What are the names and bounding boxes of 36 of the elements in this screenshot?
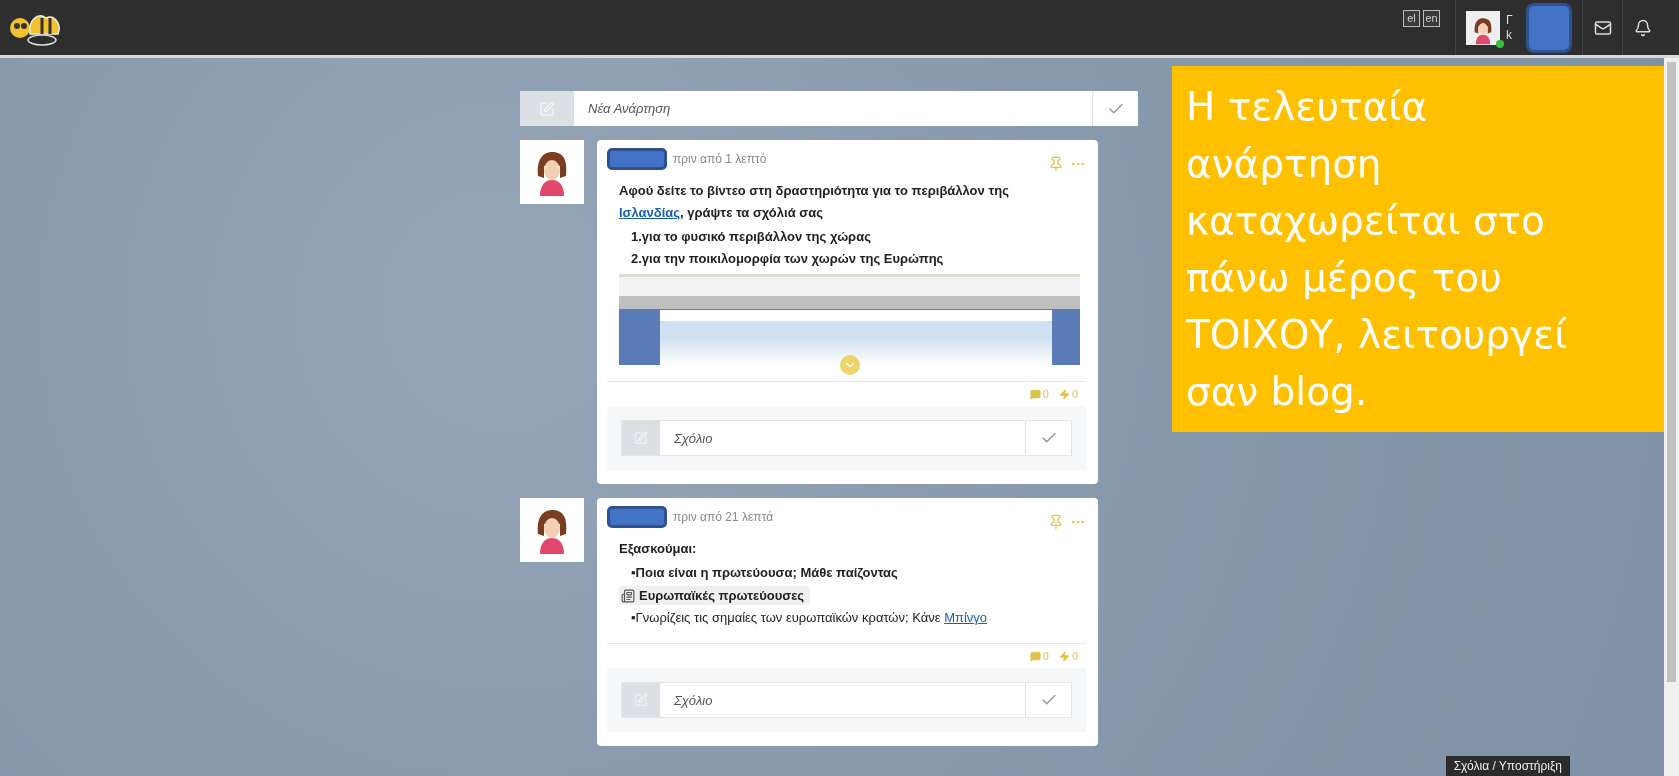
post-heading: Εξασκούμαι:: [619, 540, 698, 558]
post-list-item: ▪Γνωρίζεις τις σημαίες των ευρωπαϊκών κρατών; Κάνε Μπίνγο: [630, 609, 989, 627]
comment-count: 0: [1042, 650, 1049, 662]
post-list-item: 1.για το φυσικό περιβάλλον της χώρας: [630, 228, 872, 246]
comment-field[interactable]: Σχόλιο: [621, 682, 1072, 718]
comment-icon: [1029, 388, 1041, 400]
lightning-icon: [1058, 650, 1070, 662]
comment-icon: [1029, 650, 1041, 662]
edit-icon: [539, 100, 555, 117]
comment-field[interactable]: Σχόλιο: [621, 420, 1072, 456]
pin-icon[interactable]: [1048, 156, 1064, 172]
comment-count: 0: [1042, 388, 1049, 400]
edit-icon: [634, 431, 648, 445]
lightning-icon: [1058, 388, 1070, 400]
scrollbar[interactable]: [1664, 58, 1679, 776]
newspaper-icon: [621, 588, 635, 603]
redaction-block: [1526, 2, 1572, 53]
redaction-block: [607, 506, 667, 528]
user-name-fragment: Γ: [1506, 12, 1514, 28]
callout-note: Η τελευταία ανάρτηση καταχωρείται στο πάνω μέρος του ΤΟΙΧΟΥ, λειτουργεί σαν blog.: [1172, 66, 1664, 432]
post-list-item: 2.για την ποικιλομορφία των χωρών της Ευρώπης: [630, 250, 945, 268]
post-time: πριν από 21 λεπτά: [673, 510, 774, 524]
post-list-item: ▪Ποια είναι η πρωτεύουσα; Μάθε παίζοντας: [630, 564, 899, 582]
post-time: πριν από 1 λεπτό: [673, 152, 767, 166]
language-button[interactable]: el: [1403, 10, 1420, 27]
pin-icon[interactable]: [1048, 514, 1064, 530]
help-tab[interactable]: Σχόλια / Υποστήριξη: [1445, 756, 1570, 776]
language-button[interactable]: en: [1423, 10, 1440, 27]
post-link[interactable]: Μπίνγο: [944, 610, 988, 625]
resource-tag[interactable]: Ευρωπαϊκές πρωτεύουσες: [619, 586, 811, 605]
edit-icon: [634, 693, 648, 707]
user-name-fragment: k: [1506, 27, 1513, 43]
post-text: Αφού δείτε το βίντεο στη δραστηριότητα για το περιβάλλον της Ισλανδίας, γράψτε τα σχόλιά σας: [619, 182, 1010, 222]
like-count: 0: [1071, 388, 1078, 400]
like-count: 0: [1071, 650, 1078, 662]
redaction-block: [607, 148, 667, 170]
